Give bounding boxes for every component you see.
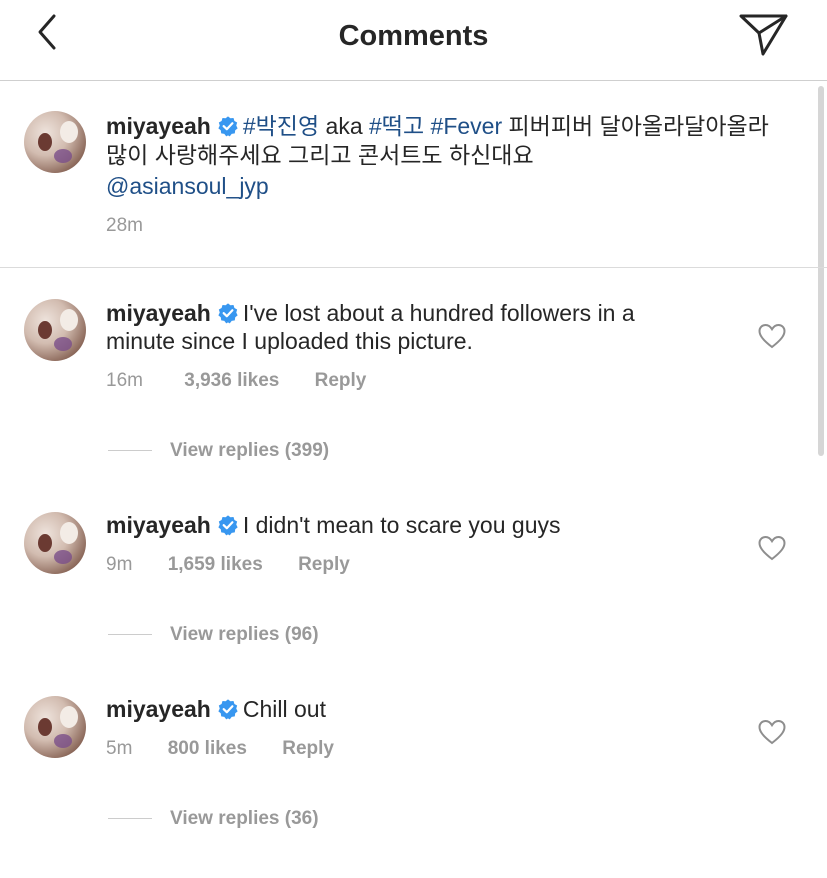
hashtag-link[interactable]: #박진영 [243, 113, 319, 139]
verified-badge-icon [218, 303, 238, 324]
comment-line-1: miyayeah I've lost about a hundred follow… [106, 299, 635, 327]
hashtag-link[interactable]: #Fever [431, 113, 503, 139]
paper-plane-icon [739, 14, 788, 56]
divider-line [108, 634, 152, 636]
top-bar: Comments [0, 0, 827, 81]
hashtag-link[interactable]: #떡고 [369, 113, 424, 139]
caption-text: aka [319, 113, 370, 139]
reply-button[interactable]: Reply [298, 554, 350, 575]
caption-line-1: miyayeah #박진영 aka #떡고 #Fever 피버피버 달아올라달아올… [106, 112, 769, 140]
comment-username[interactable]: miyayeah [106, 696, 211, 722]
comment-meta: 9m 1,659 likes Reply [106, 554, 350, 576]
caption-username[interactable]: miyayeah [106, 113, 211, 139]
like-count[interactable]: 1,659 likes [168, 554, 263, 575]
scrollbar[interactable] [818, 86, 824, 456]
heart-icon[interactable] [757, 322, 787, 350]
avatar[interactable] [24, 299, 86, 361]
avatar[interactable] [24, 696, 86, 758]
comment-username[interactable]: miyayeah [106, 300, 211, 326]
comment-text: Chill out [242, 696, 326, 722]
comment-timestamp: 5m [106, 738, 133, 759]
view-replies-button[interactable]: View replies (399) [108, 440, 329, 462]
like-count[interactable]: 800 likes [168, 738, 247, 759]
view-replies-label: View replies (96) [170, 624, 319, 645]
caption-timestamp: 28m [106, 215, 143, 236]
comment-meta: 5m 800 likes Reply [106, 738, 334, 760]
mention-link[interactable]: @asiansoul_jyp [106, 173, 269, 199]
divider-line [108, 818, 152, 820]
comment-line-1: miyayeah Chill out [106, 695, 326, 723]
comment-line-1: miyayeah I didn't mean to scare you guys [106, 511, 560, 539]
comment-line-2: minute since I uploaded this picture. [106, 328, 473, 354]
verified-badge-icon [218, 515, 238, 536]
heart-icon[interactable] [757, 718, 787, 746]
comment-timestamp: 9m [106, 554, 133, 575]
view-replies-button[interactable]: View replies (96) [108, 624, 319, 646]
heart-icon[interactable] [757, 534, 787, 562]
view-replies-button[interactable]: View replies (36) [108, 808, 319, 830]
like-count[interactable]: 3,936 likes [184, 370, 279, 391]
caption-line-3: @asiansoul_jyp [106, 172, 269, 200]
comment-meta: 16m 3,936 likes Reply [106, 370, 366, 392]
verified-badge-icon [218, 116, 238, 137]
share-button[interactable] [738, 12, 790, 58]
view-replies-label: View replies (399) [170, 440, 330, 461]
comment-username[interactable]: miyayeah [106, 512, 211, 538]
verified-badge-icon [218, 699, 238, 720]
avatar[interactable] [24, 111, 86, 173]
comment-text: I've lost about a hundred followers in a [242, 300, 635, 326]
comment-text: I didn't mean to scare you guys [242, 512, 561, 538]
caption-line-2: 많이 사랑해주세요 그리고 콘서트도 하신대요 [106, 142, 534, 168]
reply-button[interactable]: Reply [315, 370, 367, 391]
view-replies-label: View replies (36) [170, 808, 319, 829]
caption-text: 피버피버 달아올라달아올라 [502, 113, 769, 139]
comment-timestamp: 16m [106, 370, 143, 391]
avatar[interactable] [24, 512, 86, 574]
page-title: Comments [338, 20, 489, 52]
divider-line [108, 450, 152, 452]
divider [0, 267, 827, 268]
reply-button[interactable]: Reply [282, 738, 334, 759]
